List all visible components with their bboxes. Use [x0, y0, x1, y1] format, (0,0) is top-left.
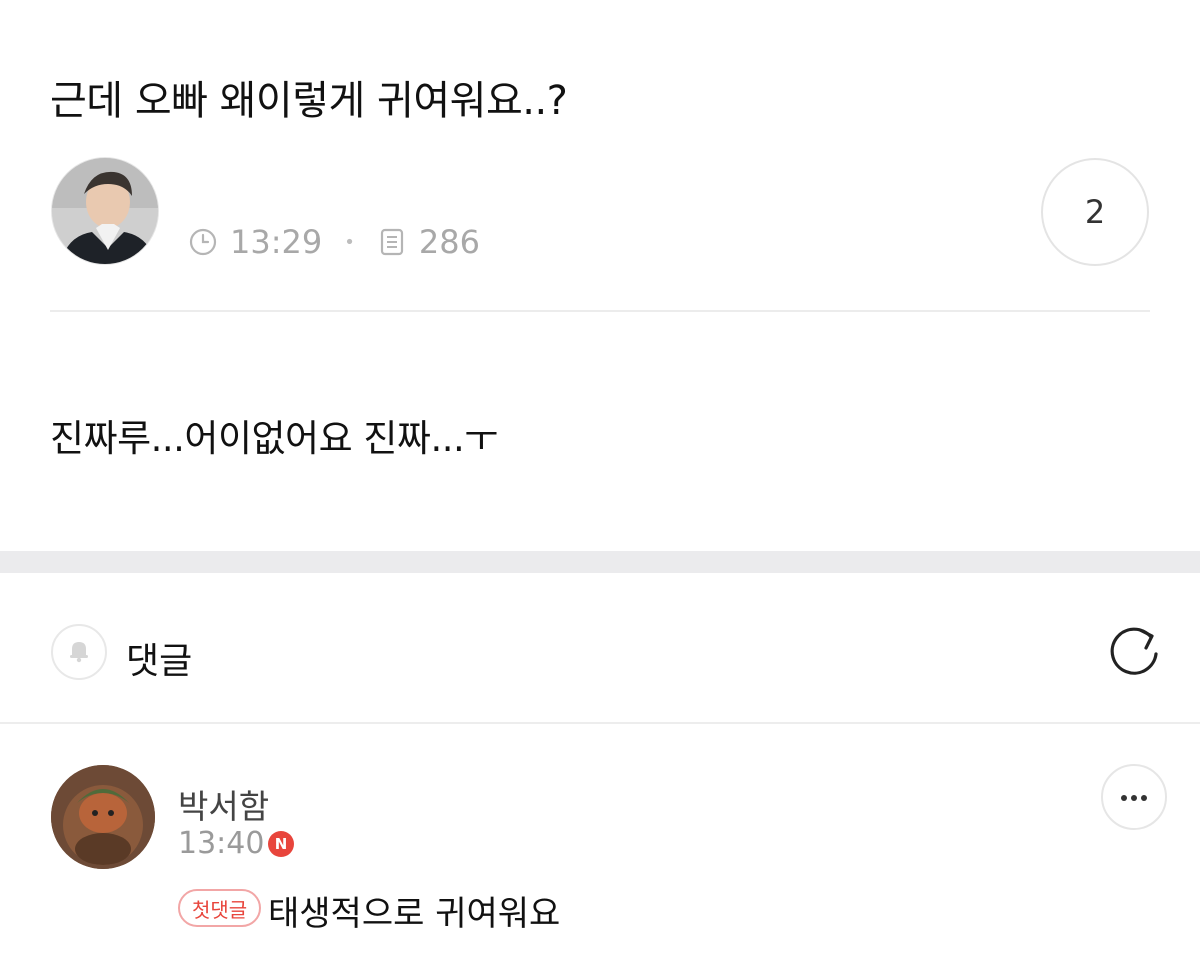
post-body: 진짜루...어이없어요 진짜...ㅜ [50, 417, 498, 460]
commenter-photo [51, 765, 155, 869]
refresh-button[interactable] [1104, 622, 1164, 682]
comment-time: 13:40 [178, 826, 265, 861]
author-photo [52, 158, 158, 264]
header-divider [50, 310, 1150, 312]
refresh-icon [1105, 621, 1163, 683]
section-gap [0, 551, 1200, 573]
commenter-avatar[interactable] [51, 765, 155, 869]
post-meta: 13:29 • 286 [188, 222, 480, 262]
post-title: 근데 오빠 왜이렇게 귀여워요..? [50, 78, 568, 124]
notification-bell-button[interactable] [51, 624, 107, 680]
first-comment-tag: 첫댓글 [178, 889, 262, 927]
comment-more-button[interactable] [1101, 764, 1167, 830]
new-badge: N [268, 831, 294, 857]
comment-count-button[interactable]: 2 [1041, 158, 1149, 266]
meta-separator: • [344, 231, 355, 253]
comment-text: 태생적으로 귀여워요 [268, 894, 561, 934]
comments-header-label: 댓글 [126, 641, 193, 682]
document-icon [377, 227, 407, 257]
comments-divider [0, 722, 1200, 724]
more-horizontal-icon [1119, 788, 1149, 807]
post-time: 13:29 [230, 223, 323, 261]
clock-icon [188, 227, 218, 257]
post-views: 286 [418, 223, 480, 261]
bell-icon [64, 635, 94, 669]
author-avatar[interactable] [51, 157, 159, 265]
commenter-name[interactable]: 박서함 [178, 780, 269, 828]
